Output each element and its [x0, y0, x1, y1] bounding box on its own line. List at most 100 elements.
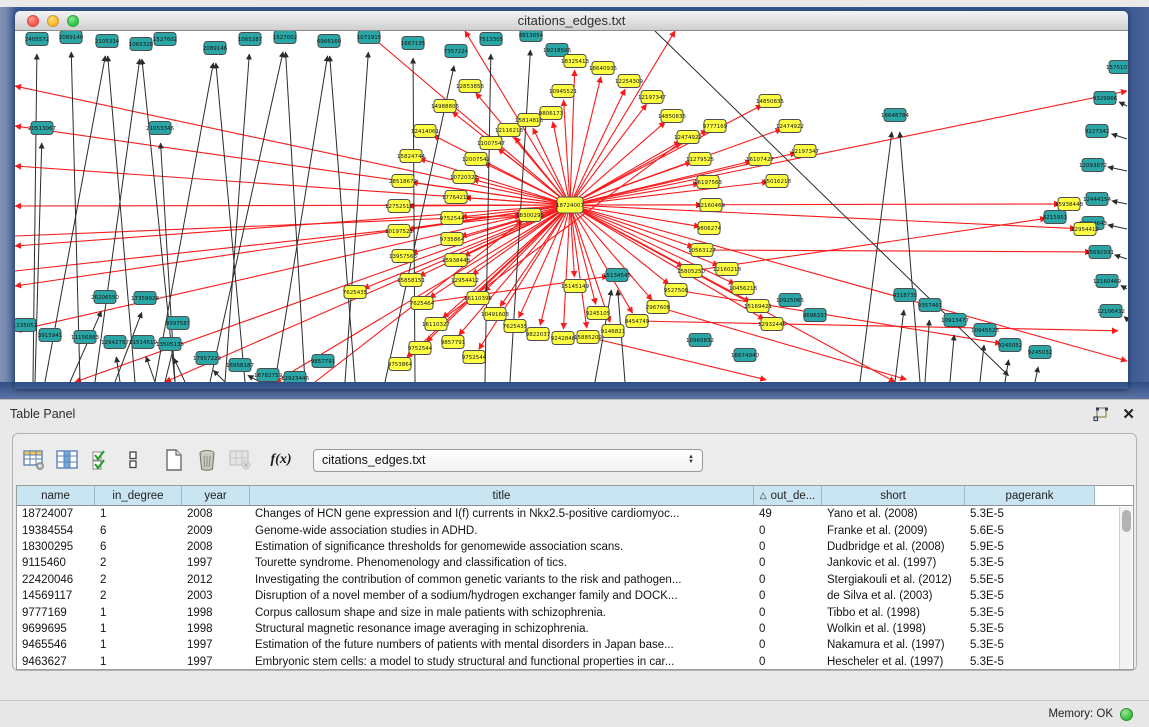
network-node[interactable]: 15824744 — [397, 150, 425, 163]
table-row[interactable]: 946362711997Embryonic stem cells: a mode… — [17, 654, 1133, 670]
show-columns-icon[interactable] — [52, 446, 82, 474]
network-node[interactable]: 10925065 — [776, 294, 804, 307]
network-node[interactable]: 12197347 — [638, 91, 666, 104]
table-selector-dropdown[interactable]: citations_edges.txt ▲ ▼ — [313, 449, 703, 472]
scrollbar-thumb[interactable] — [1122, 510, 1131, 532]
float-panel-icon[interactable] — [1093, 407, 1109, 422]
table-row[interactable]: 1456911722003Disruption of a novel membe… — [17, 588, 1133, 604]
network-node[interactable]: 1667135 — [401, 37, 426, 50]
network-node[interactable]: 11279525 — [686, 153, 714, 166]
network-node[interactable]: 9857791 — [311, 355, 336, 368]
column-header-out_de[interactable]: △out_de... — [754, 486, 822, 505]
network-node[interactable]: 16110395 — [464, 292, 492, 305]
network-node[interactable]: 8454749 — [625, 315, 650, 328]
network-node[interactable]: 10563127 — [688, 244, 716, 257]
new-table-icon[interactable] — [159, 446, 189, 474]
network-node[interactable]: 1071915 — [357, 31, 382, 44]
network-node[interactable]: 12197347 — [791, 145, 819, 158]
network-node[interactable]: 12853856 — [456, 80, 484, 93]
network-node[interactable]: 10197521 — [385, 225, 413, 238]
column-header-title[interactable]: title — [250, 486, 754, 505]
network-node[interactable]: 1065328 — [129, 38, 154, 51]
network-node[interactable]: 12106432 — [1097, 305, 1125, 318]
network-node[interactable]: 12942757 — [101, 336, 129, 349]
network-node[interactable]: 28518672 — [389, 175, 417, 188]
network-node[interactable]: 9318735 — [893, 289, 918, 302]
table-row[interactable]: 911546021997Tourette syndrome. Phenomeno… — [17, 555, 1133, 571]
delete-table-icon[interactable] — [192, 446, 222, 474]
column-header-in_degree[interactable]: in_degree — [95, 486, 182, 505]
network-node[interactable]: 10491603 — [481, 308, 509, 321]
network-node[interactable]: 12093872 — [1079, 159, 1107, 172]
network-node[interactable]: 17957223 — [193, 352, 221, 365]
network-node[interactable]: 10456218 — [729, 282, 757, 295]
network-node[interactable]: 21053346 — [146, 122, 174, 135]
network-node[interactable]: 2105334 — [95, 35, 120, 48]
network-node[interactable]: 3915941 — [38, 329, 63, 342]
select-all-icon[interactable] — [85, 446, 115, 474]
network-node[interactable]: 9245052 — [998, 339, 1023, 352]
network-node[interactable]: 8813054 — [519, 31, 544, 42]
network-node[interactable]: 9146821 — [601, 325, 626, 338]
table-row[interactable]: 946554611997Estimation of the future num… — [17, 637, 1133, 653]
network-node[interactable]: 20513067 — [28, 122, 56, 135]
network-node[interactable]: 8215953 — [1043, 211, 1068, 224]
network-window-titlebar[interactable]: citations_edges.txt — [15, 11, 1128, 31]
network-node[interactable]: 12474922 — [674, 131, 702, 144]
network-node[interactable]: 9752544 — [462, 351, 487, 364]
network-node[interactable]: 12414061 — [411, 125, 439, 138]
network-node[interactable]: 9227342 — [1085, 125, 1110, 138]
network-node[interactable]: 16958187 — [226, 359, 254, 372]
network-node[interactable]: 12160218 — [713, 263, 741, 276]
network-node[interactable]: 9397587 — [166, 317, 191, 330]
network-node[interactable]: 13957563 — [389, 250, 417, 263]
network-node[interactable]: 9752544 — [440, 212, 465, 225]
network-canvas[interactable]: 2405572208914021053341065328152760220891… — [15, 31, 1128, 382]
table-row[interactable]: 1872400712008Changes of HCN gene express… — [17, 506, 1133, 522]
network-node[interactable]: 2405572 — [25, 33, 50, 46]
network-node[interactable]: 9777169 — [703, 120, 728, 133]
network-node[interactable]: 8696337 — [803, 309, 828, 322]
network-node[interactable]: 15858151 — [397, 274, 425, 287]
network-node[interactable]: 7513305 — [479, 33, 504, 46]
network-node[interactable]: 9806173 — [539, 107, 564, 120]
network-node[interactable]: 15169421 — [744, 300, 772, 313]
network-node[interactable]: 12254309 — [615, 75, 643, 88]
network-node[interactable]: 2089140 — [59, 31, 84, 44]
network-node[interactable]: 15885209 — [574, 331, 602, 344]
network-node[interactable]: 12007542 — [462, 153, 490, 166]
network-node[interactable]: 15938448 — [442, 254, 470, 267]
network-node[interactable]: 1527002 — [273, 31, 298, 44]
network-node[interactable]: 15938448 — [1055, 198, 1083, 211]
network-node[interactable]: 10945521 — [549, 85, 577, 98]
network-node[interactable]: 14850835 — [658, 110, 686, 123]
network-node[interactable]: 12160469 — [697, 199, 725, 212]
network-node[interactable]: 12923446 — [281, 372, 309, 383]
network-node[interactable]: 10965832 — [686, 334, 714, 347]
network-node[interactable]: 12752517 — [385, 200, 413, 213]
network-node[interactable]: 15134545 — [603, 269, 631, 282]
network-node[interactable]: 16782759 — [254, 369, 282, 382]
network-node[interactable]: 16197563 — [694, 176, 722, 189]
network-node[interactable]: 1135051 — [15, 319, 37, 332]
network-node[interactable]: 26206550 — [91, 291, 119, 304]
table-mode-icon[interactable] — [19, 446, 49, 474]
network-node[interactable]: 12444154 — [1083, 193, 1111, 206]
network-node[interactable]: 9245032 — [1028, 346, 1053, 359]
network-node[interactable]: 2967608 — [646, 301, 671, 314]
network-node[interactable]: 11156883 — [71, 331, 99, 344]
column-header-pagerank[interactable]: pagerank — [965, 486, 1095, 505]
network-node[interactable]: 15692931 — [1086, 246, 1114, 259]
network-node[interactable]: 10913477 — [941, 314, 969, 327]
network-node[interactable]: 14988806 — [431, 100, 459, 113]
network-node[interactable]: 9329966 — [1093, 92, 1118, 105]
network-node[interactable]: 7357224 — [444, 45, 469, 58]
column-header-year[interactable]: year — [182, 486, 250, 505]
table-row[interactable]: 2242004622012Investigating the contribut… — [17, 572, 1133, 588]
network-node[interactable]: 17764218 — [442, 191, 470, 204]
column-header-name[interactable]: name — [17, 486, 95, 505]
network-node[interactable]: 16674940 — [731, 349, 759, 362]
network-node[interactable]: 10945528 — [971, 324, 999, 337]
network-node[interactable]: 17359928 — [131, 292, 159, 305]
network-node[interactable]: 12954412 — [451, 274, 479, 287]
